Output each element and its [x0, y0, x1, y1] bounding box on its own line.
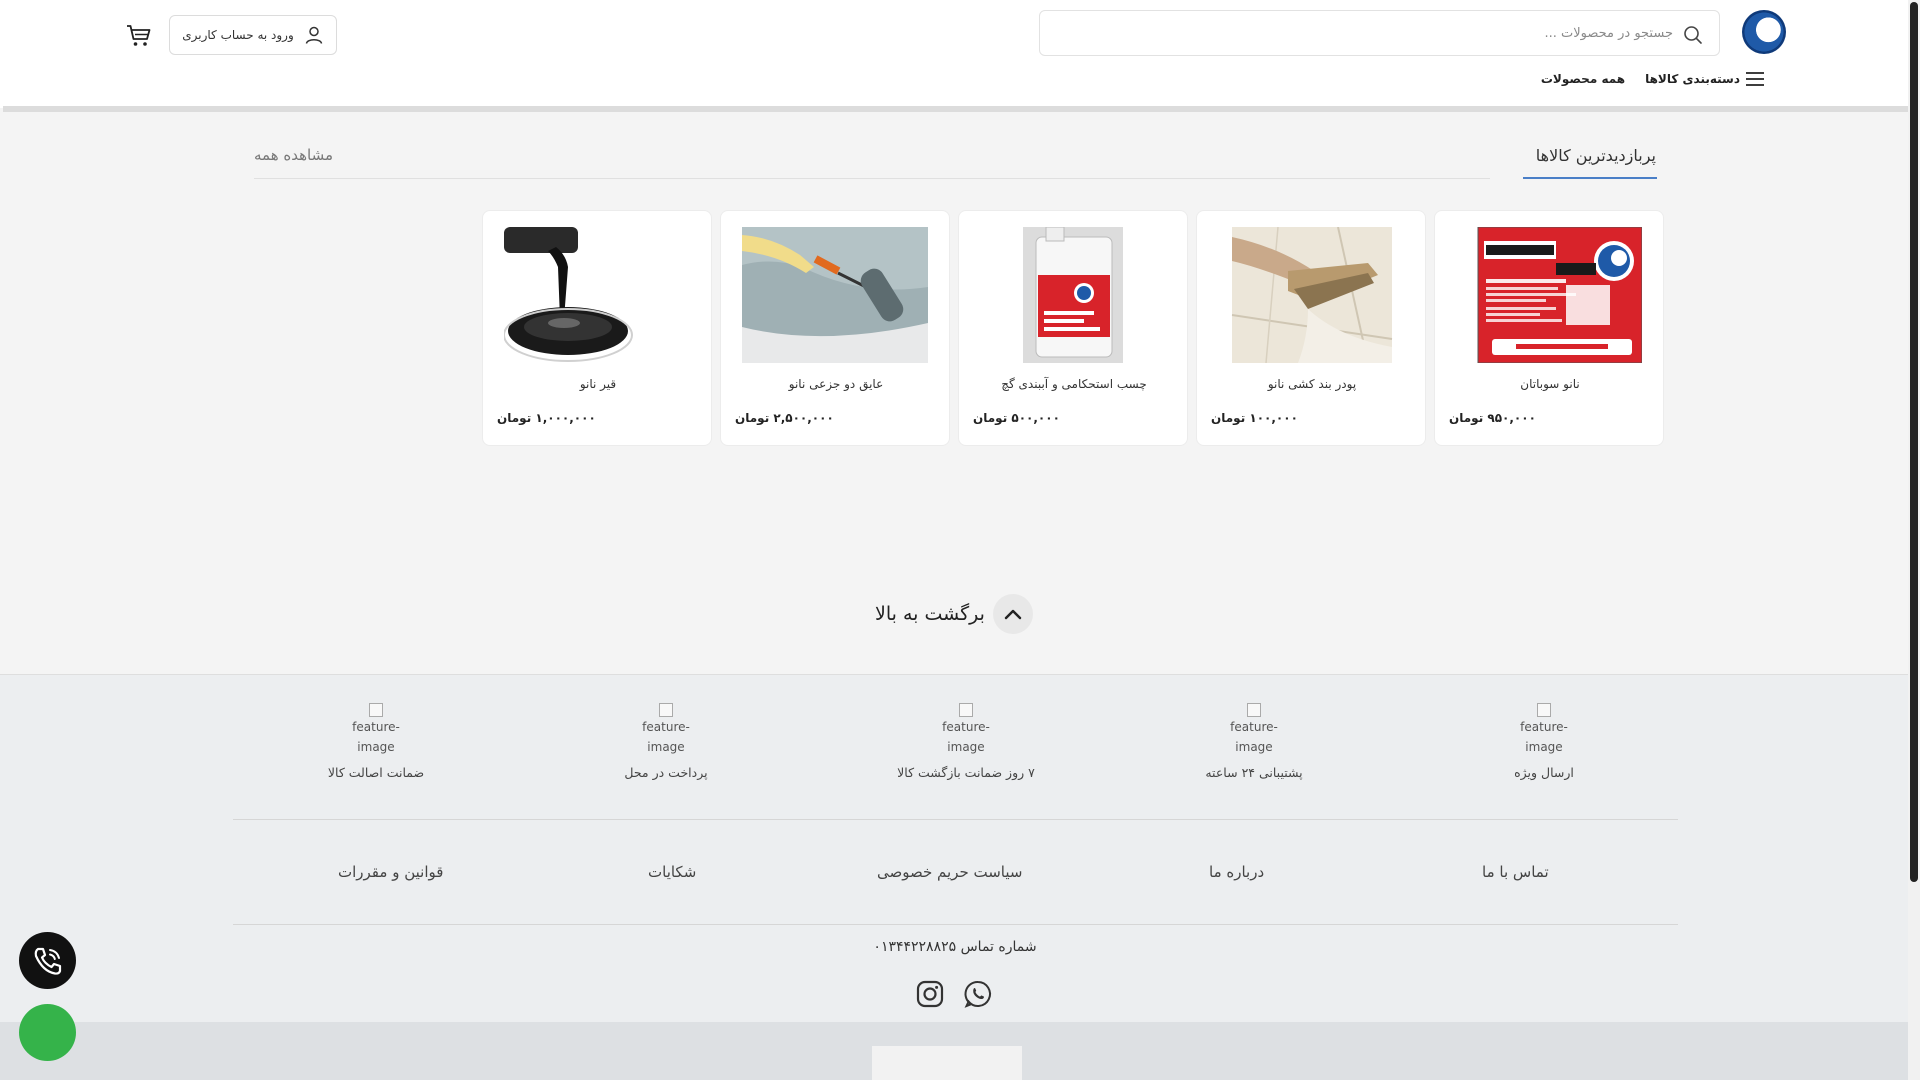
feature-item: feature-image ضمانت اصالت کالا	[286, 703, 466, 780]
menu-icon	[1746, 72, 1764, 86]
product-price: ۵۰۰,۰۰۰ تومان	[973, 411, 1060, 425]
site-logo[interactable]	[1742, 10, 1786, 54]
product-name[interactable]: قیر نانو	[483, 377, 713, 391]
page-scrollbar[interactable]	[1908, 0, 1920, 1080]
product-card[interactable]: عایق دو جزعی نانو ۲,۵۰۰,۰۰۰ تومان	[720, 210, 950, 446]
feature-image: feature-image	[936, 703, 996, 757]
product-name[interactable]: پودر بند کشی نانو	[1197, 377, 1427, 391]
product-image-grouting[interactable]	[1218, 227, 1404, 363]
product-image-gallon[interactable]	[980, 227, 1166, 363]
product-image-nano-sobatan[interactable]	[1456, 227, 1642, 363]
contact-phone: شماره تماس ۰۱۳۴۴۲۲۸۸۲۵	[873, 939, 1037, 955]
feature-image: feature-image	[346, 703, 406, 757]
feature-image-alt: feature-image	[942, 720, 990, 754]
feature-item: feature-image پشتیبانی ۲۴ ساعته	[1164, 703, 1344, 780]
feature-item: feature-image ارسال ویژه	[1454, 703, 1634, 780]
site-header: ورود به حساب کاربری دسته‌بندی کالاها همه…	[0, 0, 1908, 108]
product-image-roller[interactable]	[742, 227, 928, 363]
whatsapp-icon[interactable]	[963, 979, 993, 1009]
header-divider	[3, 106, 1908, 112]
broken-image-icon	[369, 703, 383, 717]
feature-label: ارسال ویژه	[1514, 765, 1574, 780]
product-image-tar[interactable]	[504, 227, 690, 363]
back-to-top[interactable]: برگشت به بالا	[875, 594, 1033, 634]
footer-divider	[233, 924, 1678, 925]
broken-image-icon	[1537, 703, 1551, 717]
site-footer: feature-image ارسال ویژه feature-image پ…	[0, 674, 1910, 1024]
feature-image-alt: feature-image	[1230, 720, 1278, 754]
nav-categories[interactable]: دسته‌بندی کالاها	[1645, 72, 1764, 86]
product-card[interactable]: پودر بند کشی نانو ۱۰۰,۰۰۰ تومان	[1196, 210, 1426, 446]
product-name[interactable]: چسب استحکامی و آببندی گچ	[959, 377, 1189, 391]
chevron-up-icon[interactable]	[992, 594, 1033, 634]
search-box[interactable]	[1039, 10, 1720, 56]
section-title-underline	[1523, 177, 1657, 179]
footer-link-terms[interactable]: قوانین و مقررات	[338, 863, 443, 881]
product-name[interactable]: نانو سوباتان	[1435, 377, 1665, 391]
user-icon	[305, 26, 323, 44]
footer-badge-box	[872, 1046, 1022, 1080]
main-nav: دسته‌بندی کالاها همه محصولات	[1541, 72, 1764, 86]
feature-item: feature-image ۷ روز ضمانت بازگشت کالا	[876, 703, 1056, 780]
feature-image: feature-image	[1514, 703, 1574, 757]
feature-label: پشتیبانی ۲۴ ساعته	[1205, 765, 1303, 780]
nav-categories-label: دسته‌بندی کالاها	[1645, 72, 1740, 86]
view-all-link[interactable]: مشاهده همه	[254, 146, 333, 164]
call-button[interactable]	[19, 932, 76, 989]
footer-divider	[233, 819, 1678, 820]
login-label: ورود به حساب کاربری	[182, 28, 294, 42]
scrollbar-thumb[interactable]	[1910, 2, 1918, 882]
feature-item: feature-image پرداخت در محل	[576, 703, 756, 780]
back-to-top-label: برگشت به بالا	[875, 603, 985, 625]
section-title: پربازدیدترین کالاها	[1535, 146, 1656, 165]
feature-image-alt: feature-image	[1520, 720, 1568, 754]
section-divider	[254, 178, 1490, 179]
feature-label: پرداخت در محل	[624, 765, 708, 780]
phone-icon	[34, 947, 61, 975]
nav-all-products-label: همه محصولات	[1540, 72, 1626, 86]
product-card[interactable]: قیر نانو ۱,۰۰۰,۰۰۰ تومان	[482, 210, 712, 446]
footer-link-about[interactable]: درباره ما	[1209, 863, 1264, 881]
broken-image-icon	[659, 703, 673, 717]
login-button[interactable]: ورود به حساب کاربری	[169, 15, 337, 55]
search-icon[interactable]	[1683, 25, 1703, 45]
whatsapp-chat-button[interactable]	[19, 1004, 76, 1061]
product-card[interactable]: نانو سوباتان ۹۵۰,۰۰۰ تومان	[1434, 210, 1664, 446]
product-price: ۱,۰۰۰,۰۰۰ تومان	[497, 411, 596, 425]
search-input[interactable]	[1073, 11, 1673, 55]
product-price: ۹۵۰,۰۰۰ تومان	[1449, 411, 1536, 425]
product-price: ۱۰۰,۰۰۰ تومان	[1211, 411, 1298, 425]
feature-image: feature-image	[636, 703, 696, 757]
nav-all-products[interactable]: همه محصولات	[1541, 72, 1625, 86]
broken-image-icon	[959, 703, 973, 717]
product-card[interactable]: چسب استحکامی و آببندی گچ ۵۰۰,۰۰۰ تومان	[958, 210, 1188, 446]
feature-image: feature-image	[1224, 703, 1284, 757]
footer-link-complaints[interactable]: شکایات	[648, 863, 696, 881]
instagram-icon[interactable]	[915, 979, 945, 1009]
footer-link-contact[interactable]: تماس با ما	[1482, 863, 1549, 881]
product-name[interactable]: عایق دو جزعی نانو	[721, 377, 951, 391]
feature-image-alt: feature-image	[642, 720, 690, 754]
feature-image-alt: feature-image	[352, 720, 400, 754]
footer-link-privacy[interactable]: سیاست حریم خصوصی	[877, 863, 1022, 881]
broken-image-icon	[1247, 703, 1261, 717]
product-price: ۲,۵۰۰,۰۰۰ تومان	[735, 411, 834, 425]
feature-label: ضمانت اصالت کالا	[327, 765, 425, 780]
cart-icon[interactable]	[126, 24, 152, 48]
feature-label: ۷ روز ضمانت بازگشت کالا	[897, 765, 1035, 780]
